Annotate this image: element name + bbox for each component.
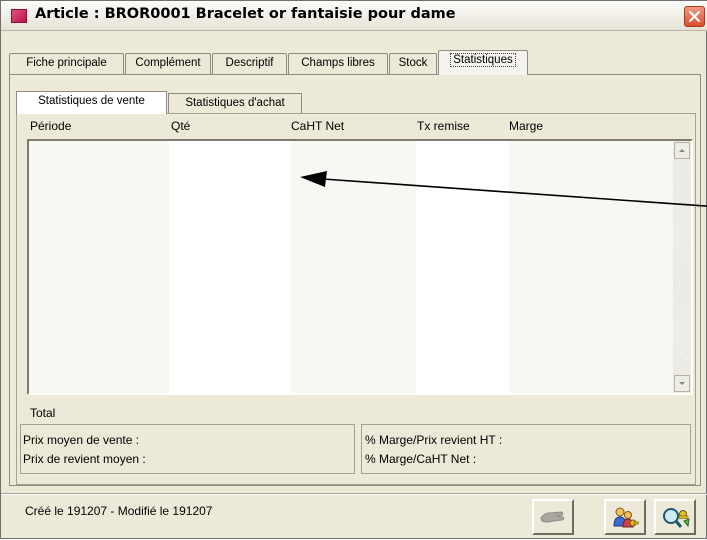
scroll-down-button[interactable] bbox=[674, 375, 690, 392]
article-window: Article : BROR0001 Bracelet or fantaisie… bbox=[0, 0, 707, 539]
tab-label: Fiche principale bbox=[26, 57, 107, 69]
marge-caht-net-label: % Marge/CaHT Net : bbox=[365, 452, 477, 466]
marge-prix-revient-label: % Marge/Prix revient HT : bbox=[365, 433, 503, 447]
prix-moyen-vente-label: Prix moyen de vente : bbox=[23, 433, 140, 447]
hand-icon bbox=[540, 511, 565, 523]
close-button[interactable] bbox=[684, 6, 705, 27]
window-title: Article : BROR0001 Bracelet or fantaisie… bbox=[35, 6, 456, 22]
status-text: Créé le 191207 - Modifié le 191207 bbox=[25, 504, 213, 518]
users-key-button[interactable] bbox=[604, 499, 646, 535]
column-periode bbox=[29, 141, 169, 393]
subtab-label: Statistiques de vente bbox=[38, 95, 145, 107]
vertical-scrollbar[interactable] bbox=[673, 141, 691, 393]
tab-fiche-principale[interactable]: Fiche principale bbox=[9, 53, 124, 74]
tab-champs-libres[interactable]: Champs libres bbox=[288, 53, 388, 74]
search-keys-icon bbox=[663, 508, 690, 528]
hand-button[interactable] bbox=[532, 499, 574, 535]
tab-complement[interactable]: Complément bbox=[125, 53, 211, 74]
tab-label: Champs libres bbox=[301, 57, 375, 69]
tab-label: Stock bbox=[398, 57, 428, 69]
subtab-label: Statistiques d'achat bbox=[185, 97, 285, 109]
status-separator bbox=[1, 493, 707, 495]
arrow-up-icon bbox=[679, 149, 685, 152]
tab-stock[interactable]: Stock bbox=[389, 53, 437, 74]
column-header-qte[interactable]: Qté bbox=[171, 119, 190, 133]
summary-group-left: Prix moyen de vente : Prix de revient mo… bbox=[20, 424, 355, 474]
tab-label: Descriptif bbox=[225, 57, 274, 69]
close-icon bbox=[688, 10, 701, 23]
tab-label: Complément bbox=[135, 57, 201, 69]
article-icon bbox=[11, 9, 27, 23]
column-marge bbox=[509, 141, 673, 393]
column-header-marge[interactable]: Marge bbox=[509, 119, 543, 133]
tab-statistiques[interactable]: Statistiques bbox=[438, 50, 528, 75]
prix-revient-moyen-label: Prix de revient moyen : bbox=[23, 452, 146, 466]
users-key-icon bbox=[613, 507, 639, 528]
column-header-caht-net[interactable]: CaHT Net bbox=[291, 119, 344, 133]
subtab-statistiques-vente[interactable]: Statistiques de vente bbox=[16, 91, 167, 114]
column-header-periode[interactable]: Période bbox=[30, 119, 71, 133]
title-bar[interactable]: Article : BROR0001 Bracelet or fantaisie… bbox=[1, 1, 707, 31]
tab-label: Statistiques bbox=[450, 53, 516, 67]
statistics-list[interactable] bbox=[27, 139, 693, 395]
column-header-tx-remise[interactable]: Tx remise bbox=[417, 119, 470, 133]
subtab-statistiques-achat[interactable]: Statistiques d'achat bbox=[168, 93, 302, 114]
tab-descriptif[interactable]: Descriptif bbox=[212, 53, 287, 74]
arrow-down-icon bbox=[679, 382, 685, 385]
total-label: Total bbox=[30, 406, 56, 420]
scroll-up-button[interactable] bbox=[674, 142, 690, 159]
column-caht-net bbox=[291, 141, 416, 393]
summary-group-right: % Marge/Prix revient HT : % Marge/CaHT N… bbox=[361, 424, 691, 474]
search-keys-button[interactable] bbox=[654, 499, 696, 535]
